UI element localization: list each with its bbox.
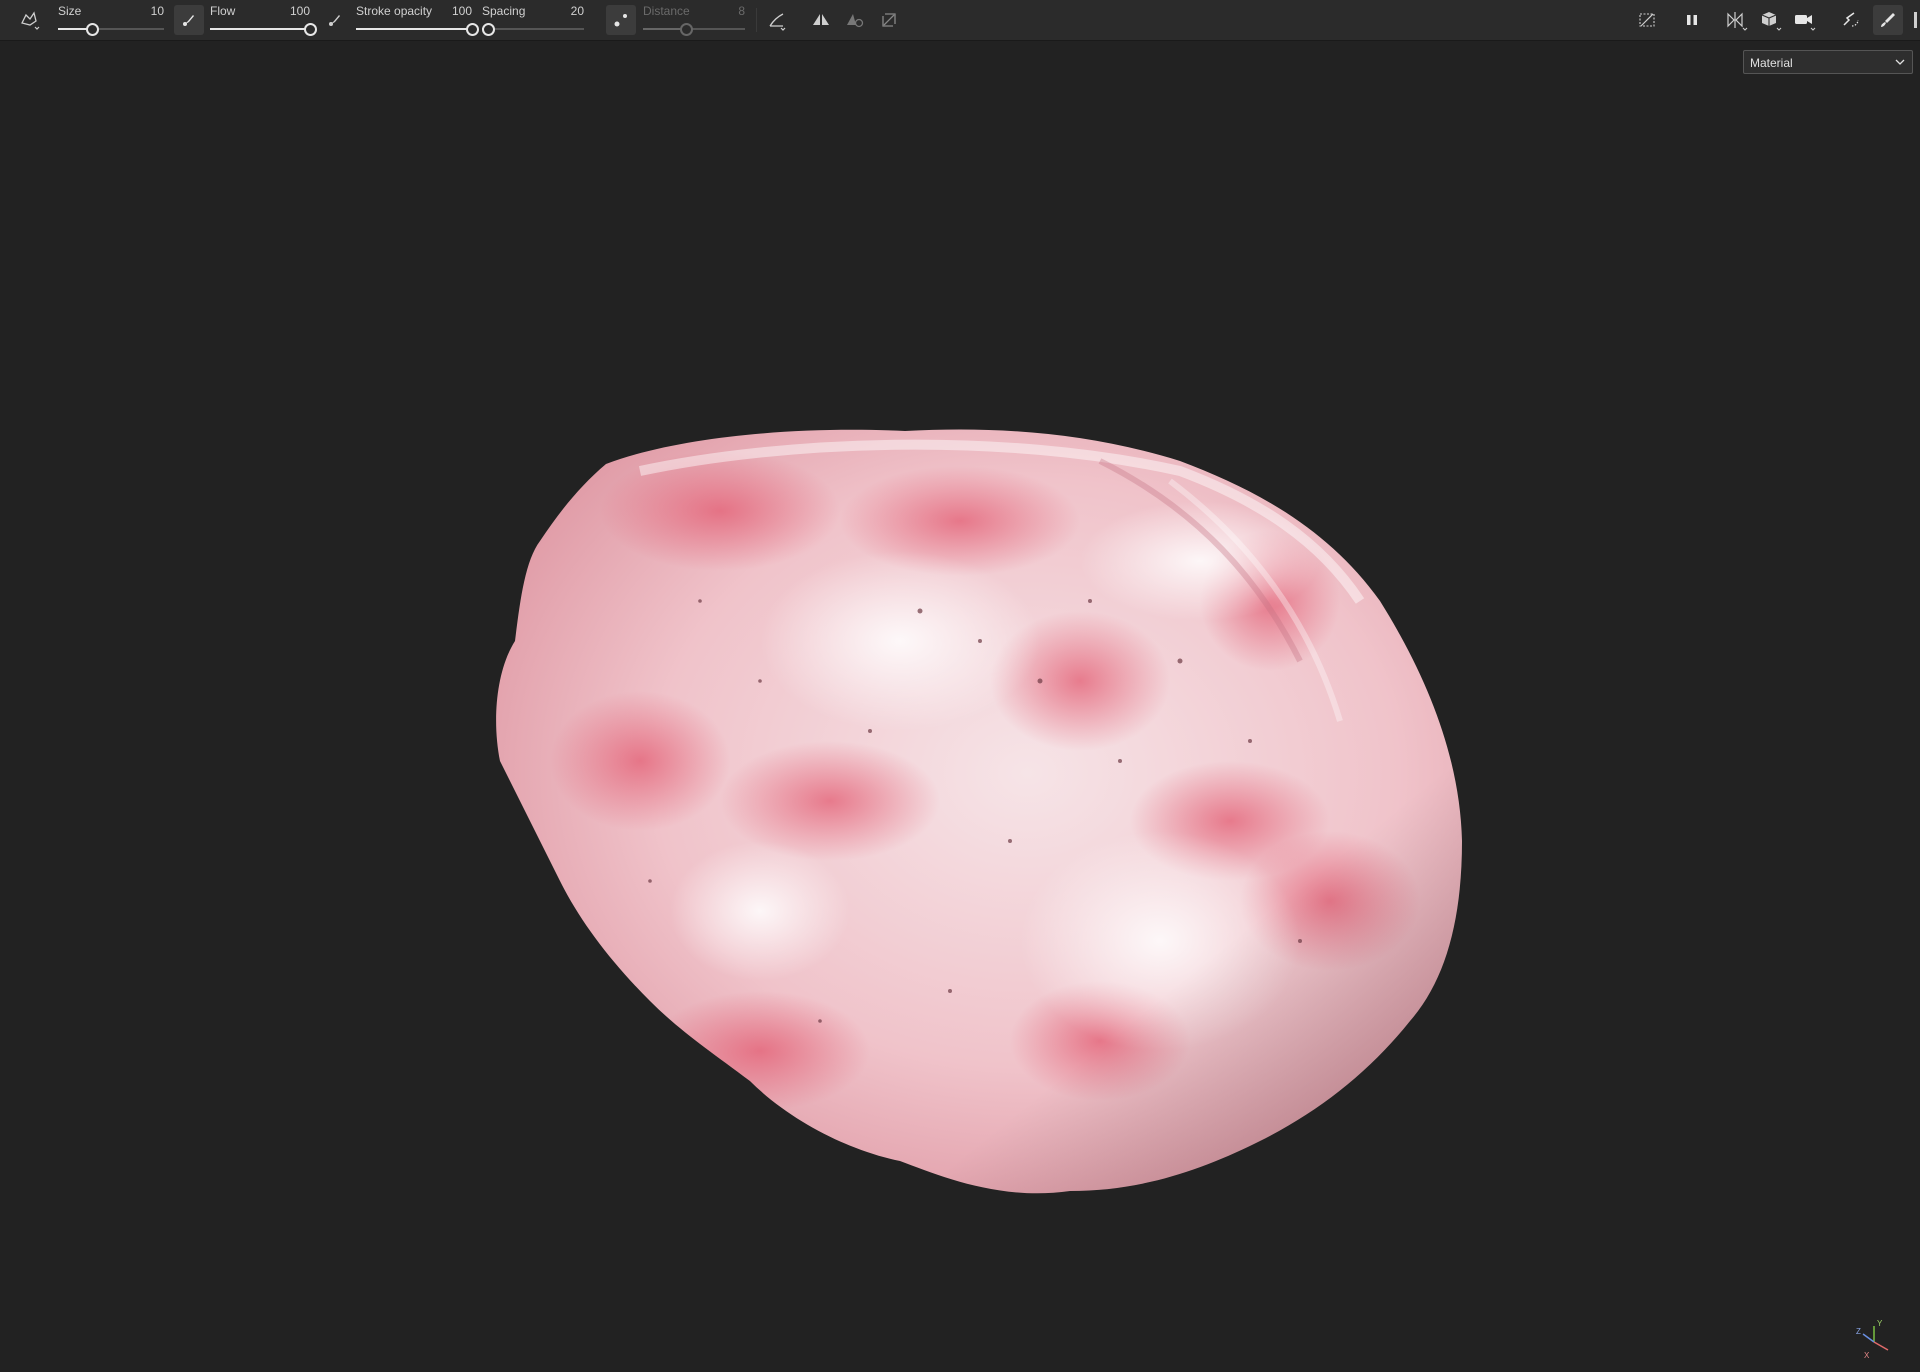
stroke-opacity-value: 100	[451, 4, 472, 18]
distance-label: Distance	[643, 4, 690, 18]
lazy-mouse-view-button[interactable]	[1836, 5, 1866, 35]
flow-slider[interactable]	[210, 23, 317, 36]
stroke-opacity-param[interactable]: Stroke opacity 100	[356, 0, 479, 40]
symmetry-view-button[interactable]	[1722, 5, 1752, 35]
pause-button[interactable]	[1677, 5, 1707, 35]
mirror-icon	[813, 14, 829, 25]
camera-button[interactable]	[1790, 5, 1820, 35]
projection-icon	[847, 14, 864, 28]
distance-slider	[643, 23, 745, 36]
spacing-param[interactable]: Spacing 20	[482, 0, 584, 40]
stroke-opacity-label: Stroke opacity	[356, 4, 433, 18]
axis-gizmo: Y Z X	[1856, 1319, 1889, 1360]
flow-knob[interactable]	[304, 23, 317, 36]
projection-button[interactable]	[840, 5, 870, 35]
flow-label: Flow	[210, 4, 236, 18]
cube-view-button[interactable]	[1756, 5, 1786, 35]
brush-preset-icon	[21, 11, 40, 30]
size-value: 10	[150, 4, 164, 18]
cube-view-icon	[1761, 12, 1782, 31]
tool-preset-button[interactable]	[14, 5, 44, 35]
flow-param[interactable]: Flow 100	[210, 0, 317, 40]
flow-pressure-button[interactable]	[174, 5, 204, 35]
stroke-opacity-fill	[356, 28, 472, 30]
flow-fill	[210, 28, 310, 30]
pen-pressure-icon	[183, 15, 194, 26]
camera-icon	[1795, 15, 1816, 31]
lazy-mouse-toggle[interactable]	[606, 5, 636, 35]
panel-edge-handle[interactable]	[1914, 12, 1917, 28]
spacing-knob[interactable]	[482, 23, 496, 36]
transform-button[interactable]	[874, 5, 904, 35]
pause-icon	[1687, 15, 1697, 25]
paint-brush-icon	[1881, 13, 1895, 27]
spacing-value: 20	[570, 4, 584, 18]
hide-overlay-icon	[1639, 13, 1655, 27]
paint-brush-button[interactable]	[1873, 5, 1903, 35]
symmetry-icon	[1727, 12, 1748, 31]
distance-knob	[679, 23, 693, 36]
top-toolbar: Size 10 Flow 100 Stroke opacity 100 Spac…	[0, 0, 1920, 41]
stroke-curve-button[interactable]	[762, 5, 792, 35]
flow-value: 100	[289, 4, 310, 18]
spacing-label: Spacing	[482, 4, 526, 18]
stroke-opacity-slider[interactable]	[356, 23, 479, 36]
size-knob[interactable]	[85, 23, 99, 36]
pen-pressure-icon	[329, 15, 340, 26]
transform-icon	[882, 13, 896, 27]
lazy-mouse-icon	[1843, 12, 1859, 27]
stroke-opacity-knob[interactable]	[466, 23, 479, 36]
curve-angle-icon	[769, 13, 786, 31]
hide-overlay-button[interactable]	[1632, 5, 1662, 35]
symmetry-button[interactable]	[806, 5, 836, 35]
size-param[interactable]: Size 10	[58, 0, 164, 40]
stroke-opacity-pressure-button[interactable]	[320, 5, 350, 35]
3d-viewport[interactable]	[0, 41, 1920, 1367]
axis-y-label: Y	[1877, 1319, 1883, 1328]
spacing-slider[interactable]	[482, 23, 584, 36]
rock-mesh-render	[496, 429, 1462, 1194]
axis-x-label: X	[1864, 1351, 1870, 1360]
size-label: Size	[58, 4, 82, 18]
distance-value: 8	[738, 4, 745, 18]
toolbar-divider	[756, 8, 757, 32]
size-slider[interactable]	[58, 23, 164, 36]
axis-z-label: Z	[1856, 1327, 1861, 1336]
lazy-mouse-icon	[614, 14, 627, 27]
distance-param: Distance 8	[643, 0, 745, 40]
